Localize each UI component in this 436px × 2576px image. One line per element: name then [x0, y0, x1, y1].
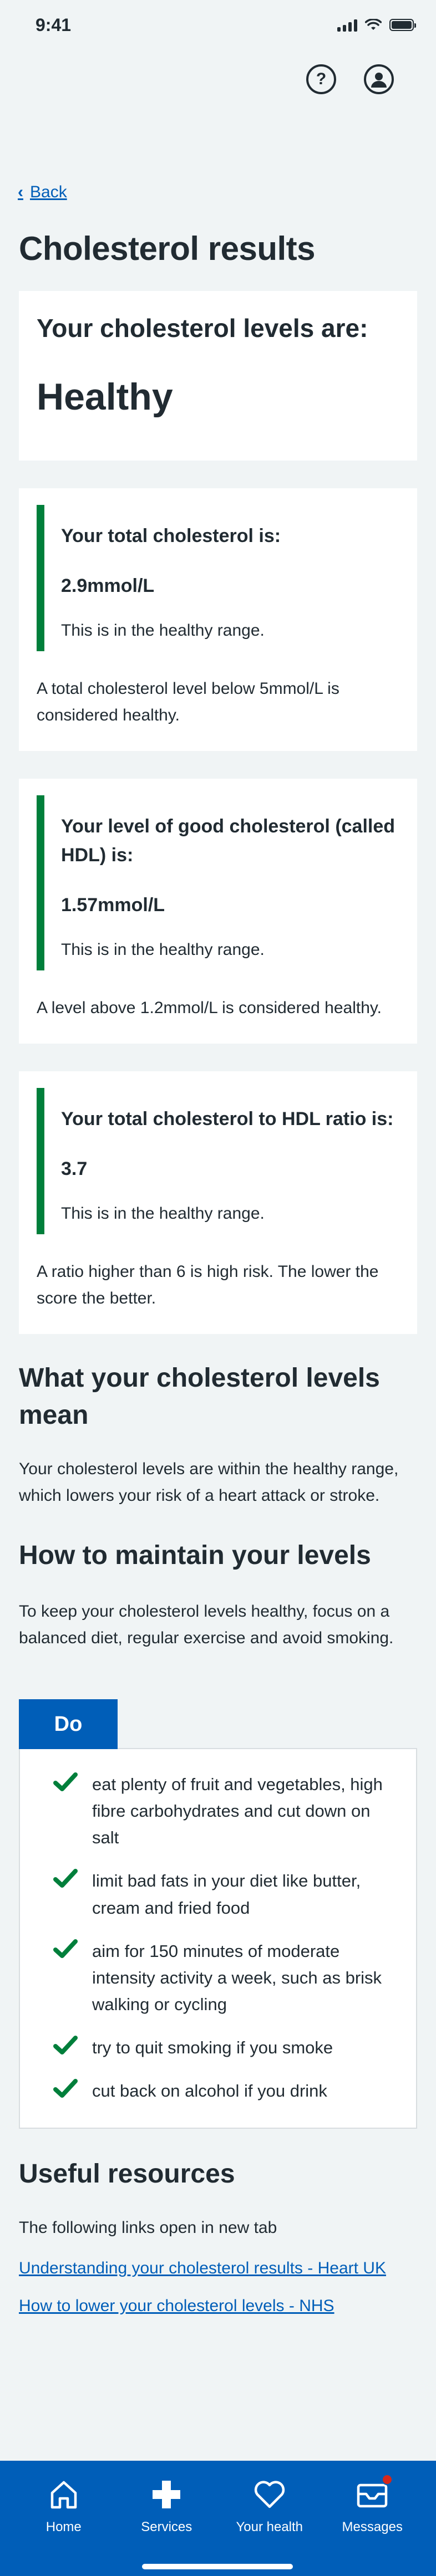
- nav-label: Messages: [342, 2519, 403, 2534]
- do-item-text: limit bad fats in your diet like butter,…: [92, 1871, 361, 1918]
- tick-icon: [53, 1939, 78, 1958]
- result-value: 1.57mmol/L: [61, 895, 165, 916]
- result-value: 3.7: [61, 1158, 88, 1179]
- signal-icon: [337, 18, 357, 32]
- tick-icon: [53, 1772, 78, 1792]
- user-icon: [371, 73, 387, 88]
- tick-icon: [53, 2078, 78, 2098]
- profile-icon[interactable]: [364, 64, 394, 94]
- heart-icon: [254, 2481, 285, 2508]
- do-list-body: eat plenty of fruit and vegetables, high…: [19, 1749, 417, 2129]
- do-item-text: cut back on alcohol if you drink: [92, 2081, 327, 2100]
- result-inset: Your level of good cholesterol (called H…: [37, 795, 399, 971]
- battery-icon: [389, 19, 416, 31]
- do-item-text: try to quit smoking if you smoke: [92, 2037, 333, 2057]
- result-note: This is in the healthy range.: [61, 1204, 265, 1223]
- back-label: Back: [30, 183, 67, 201]
- resource-link-nhs[interactable]: How to lower your cholesterol levels - N…: [19, 2297, 417, 2316]
- summary-value: Healthy: [37, 376, 173, 418]
- home-indicator: [142, 2564, 293, 2569]
- status-icons: [337, 18, 416, 32]
- do-item-text: eat plenty of fruit and vegetables, high…: [92, 1775, 383, 1848]
- app-header: ?: [0, 50, 436, 127]
- summary-label: Your cholesterol levels are:: [37, 314, 368, 343]
- result-card-hdl: Your level of good cholesterol (called H…: [19, 778, 417, 1044]
- do-item-text: aim for 150 minutes of moderate intensit…: [92, 1941, 382, 2014]
- tick-icon: [53, 1869, 78, 1888]
- page-title: Cholesterol results: [19, 230, 316, 267]
- wifi-icon: [365, 19, 382, 30]
- list-item: limit bad fats in your diet like butter,…: [52, 1868, 394, 1921]
- meaning-body: Your cholesterol levels are within the h…: [19, 1460, 399, 1505]
- tick-icon: [53, 2035, 78, 2054]
- summary-card: Your cholesterol levels are: Healthy: [19, 291, 417, 461]
- nav-label: Home: [45, 2519, 82, 2534]
- resources-intro: The following links open in new tab: [19, 2218, 277, 2237]
- result-footnote: A level above 1.2mmol/L is considered he…: [37, 999, 382, 1018]
- home-icon: [50, 2481, 77, 2509]
- resource-link-heart-uk[interactable]: Understanding your cholesterol results -…: [19, 2259, 417, 2278]
- nav-messages[interactable]: Messages: [322, 2474, 422, 2576]
- list-item: eat plenty of fruit and vegetables, high…: [52, 1771, 394, 1851]
- nav-label: Your health: [236, 2519, 303, 2534]
- bottom-nav: Home Services Your health Messages: [0, 2461, 436, 2576]
- result-footnote: A ratio higher than 6 is high risk. The …: [37, 1262, 379, 1307]
- nav-your-health[interactable]: Your health: [220, 2477, 320, 2576]
- resources-heading: Useful resources: [19, 2159, 235, 2189]
- maintain-body: To keep your cholesterol levels healthy,…: [19, 1602, 394, 1648]
- nav-label: Services: [141, 2519, 192, 2534]
- cross-icon: [153, 2481, 181, 2508]
- nav-home[interactable]: Home: [14, 2477, 114, 2576]
- help-icon[interactable]: ?: [306, 64, 336, 94]
- list-item: try to quit smoking if you smoke: [52, 2035, 394, 2061]
- result-note: This is in the healthy range.: [61, 621, 265, 640]
- result-card-ratio: Your total cholesterol to HDL ratio is: …: [19, 1071, 417, 1334]
- result-inset: Your total cholesterol to HDL ratio is: …: [37, 1088, 399, 1234]
- result-card-total: Your total cholesterol is: 2.9mmol/L Thi…: [19, 488, 417, 751]
- app-screen: 9:41 ? ‹ Back Cholesterol results Your c…: [0, 0, 436, 2576]
- status-time: 9:41: [36, 14, 72, 35]
- meaning-heading: What your cholesterol levels mean: [19, 1363, 380, 1430]
- chevron-left-icon: ‹: [18, 183, 23, 201]
- back-link[interactable]: ‹ Back: [18, 183, 436, 202]
- nav-services[interactable]: Services: [116, 2477, 216, 2576]
- envelope-icon: [355, 2474, 393, 2512]
- list-item: aim for 150 minutes of moderate intensit…: [52, 1938, 394, 2018]
- result-footnote: A total cholesterol level below 5mmol/L …: [37, 679, 339, 724]
- result-title: Your total cholesterol is:: [61, 525, 281, 546]
- result-value: 2.9mmol/L: [61, 575, 155, 596]
- maintain-heading: How to maintain your levels: [19, 1541, 371, 1571]
- notification-dot: [382, 2474, 393, 2485]
- do-list: Do eat plenty of fruit and vegetables, h…: [19, 1699, 417, 2129]
- result-title: Your level of good cholesterol (called H…: [61, 815, 396, 866]
- do-label: Do: [19, 1699, 118, 1750]
- status-bar: 9:41: [0, 0, 436, 50]
- result-note: This is in the healthy range.: [61, 941, 265, 959]
- list-item: cut back on alcohol if you drink: [52, 2078, 394, 2104]
- result-title: Your total cholesterol to HDL ratio is:: [61, 1108, 394, 1130]
- result-inset: Your total cholesterol is: 2.9mmol/L Thi…: [37, 505, 399, 651]
